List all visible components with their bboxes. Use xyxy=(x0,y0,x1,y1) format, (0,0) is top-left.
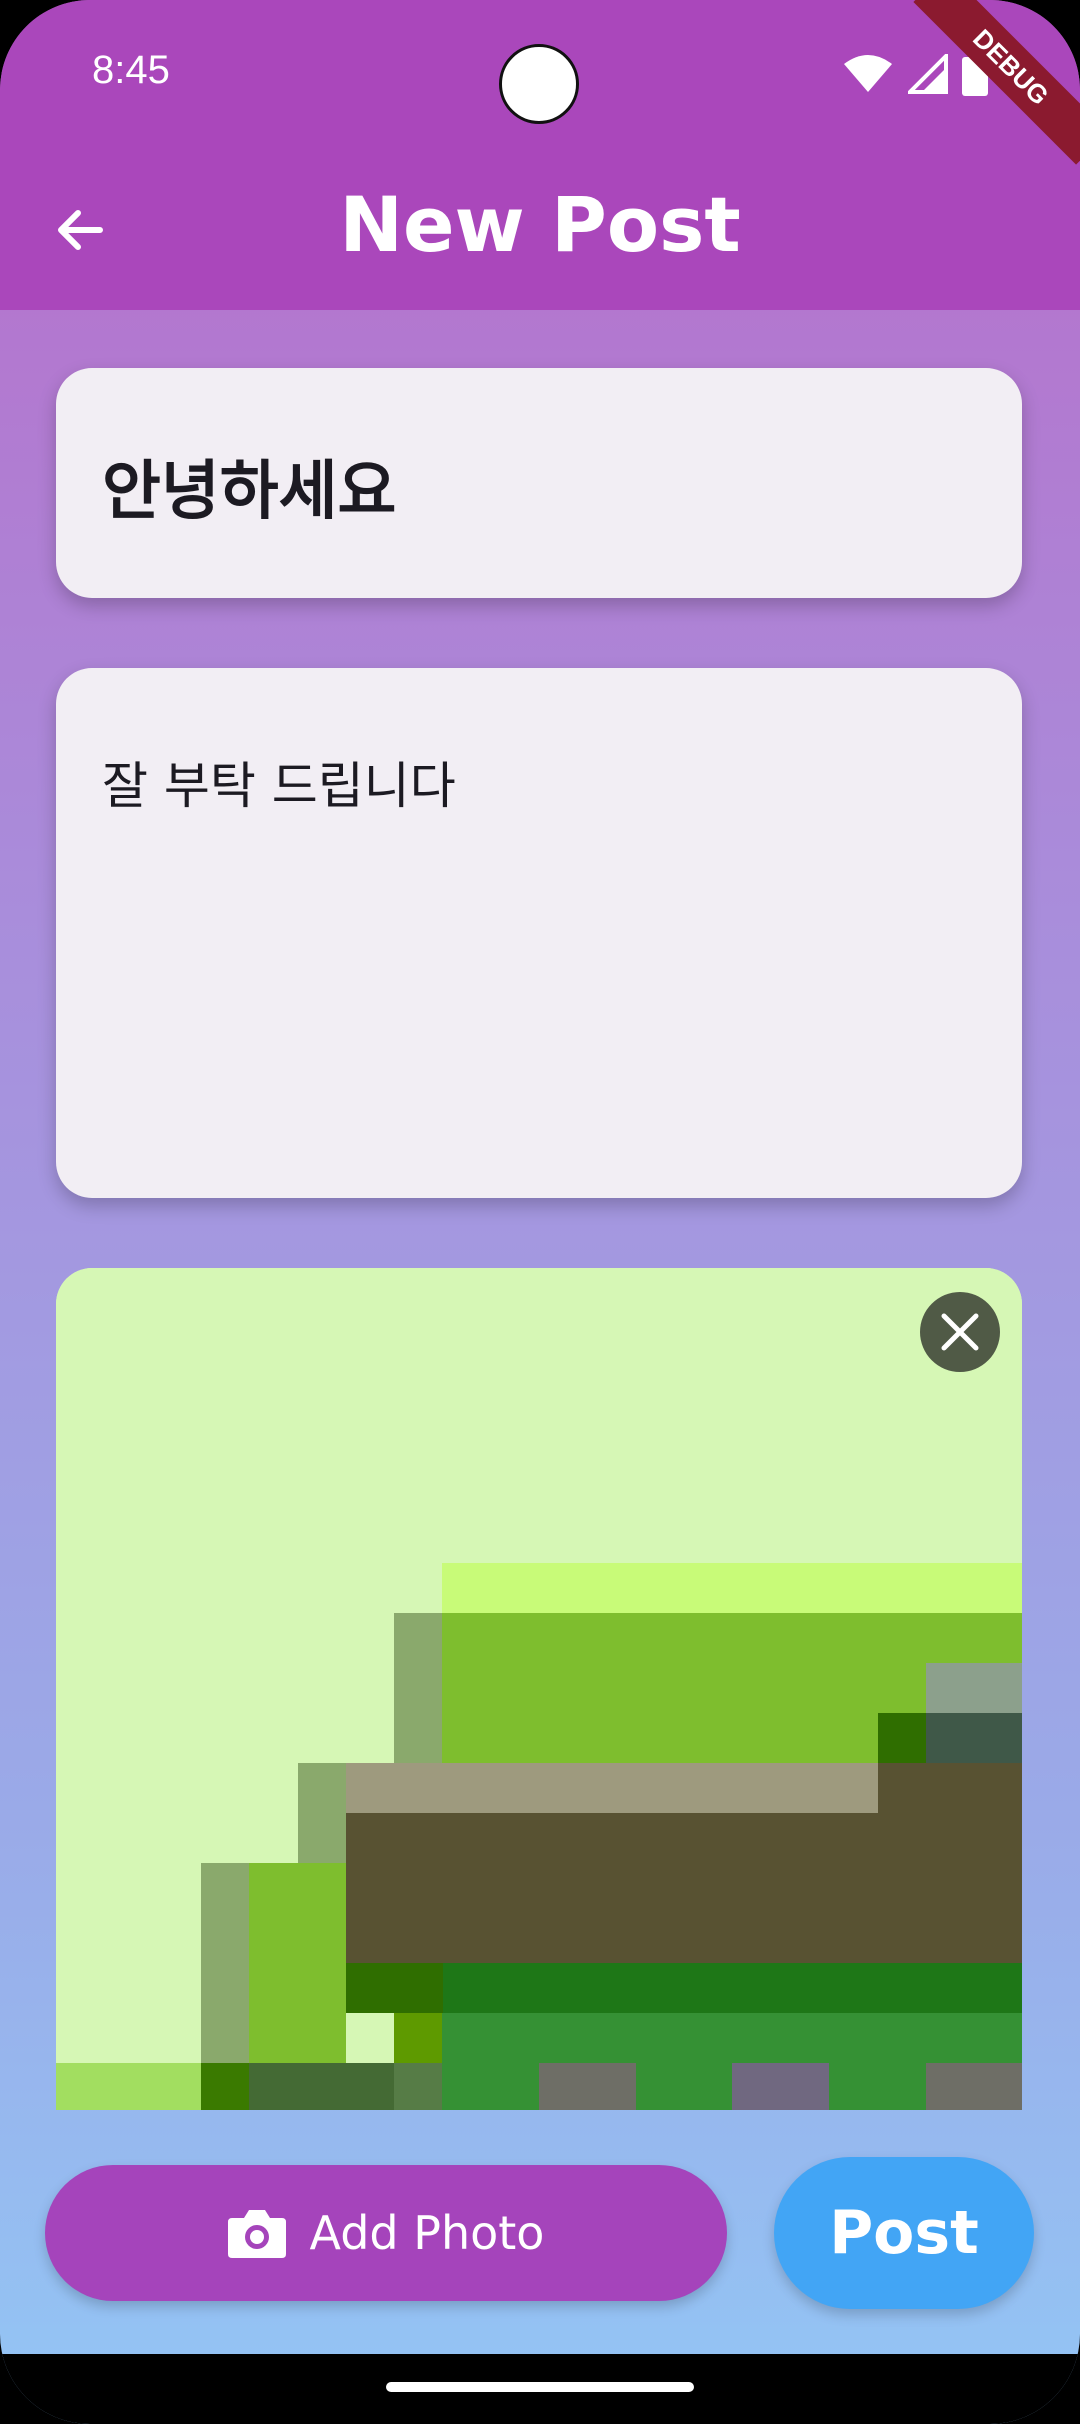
title-input-value: 안녕하세요 xyxy=(102,455,397,529)
body-input-value: 잘 부탁 드립니다 xyxy=(102,757,456,815)
add-photo-button[interactable]: Add Photo xyxy=(45,2165,727,2301)
app-bar: 8:45 DEBUG New Post xyxy=(0,0,1080,310)
post-button[interactable]: Post xyxy=(774,2157,1034,2309)
wifi-icon xyxy=(844,55,892,92)
title-input[interactable]: 안녕하세요 xyxy=(56,368,1022,598)
signal-icon xyxy=(908,54,948,94)
close-icon xyxy=(941,1313,979,1351)
body-input[interactable]: 잘 부탁 드립니다 xyxy=(56,668,1022,1198)
screen: 8:45 DEBUG New Post 안녕하세요 잘 부탁 드립니다 Add … xyxy=(0,0,1080,2424)
photo-preview xyxy=(56,1268,1022,2110)
photo-image xyxy=(56,1268,1022,2110)
status-time: 8:45 xyxy=(92,48,170,92)
home-handle[interactable] xyxy=(386,2382,694,2392)
camera-icon xyxy=(227,2210,286,2258)
post-button-label: Post xyxy=(829,2198,979,2268)
page-title: New Post xyxy=(339,180,741,269)
camera-cutout xyxy=(499,44,579,124)
add-photo-label: Add Photo xyxy=(309,2206,545,2260)
remove-photo-button[interactable] xyxy=(920,1292,1000,1372)
status-icons xyxy=(842,52,988,96)
